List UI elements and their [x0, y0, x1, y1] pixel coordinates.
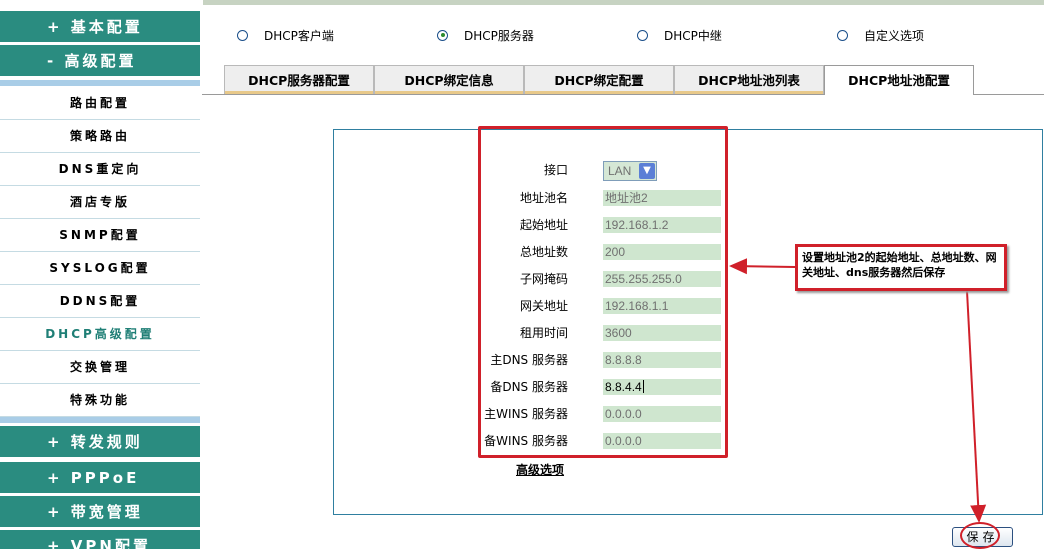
annotation-callout: 设置地址池2的起始地址、总地址数、网关地址、dns服务器然后保存	[795, 244, 1007, 291]
save-highlight-circle	[960, 522, 1000, 549]
arrow-to-save	[966, 290, 987, 523]
arrow-to-form	[729, 258, 796, 275]
